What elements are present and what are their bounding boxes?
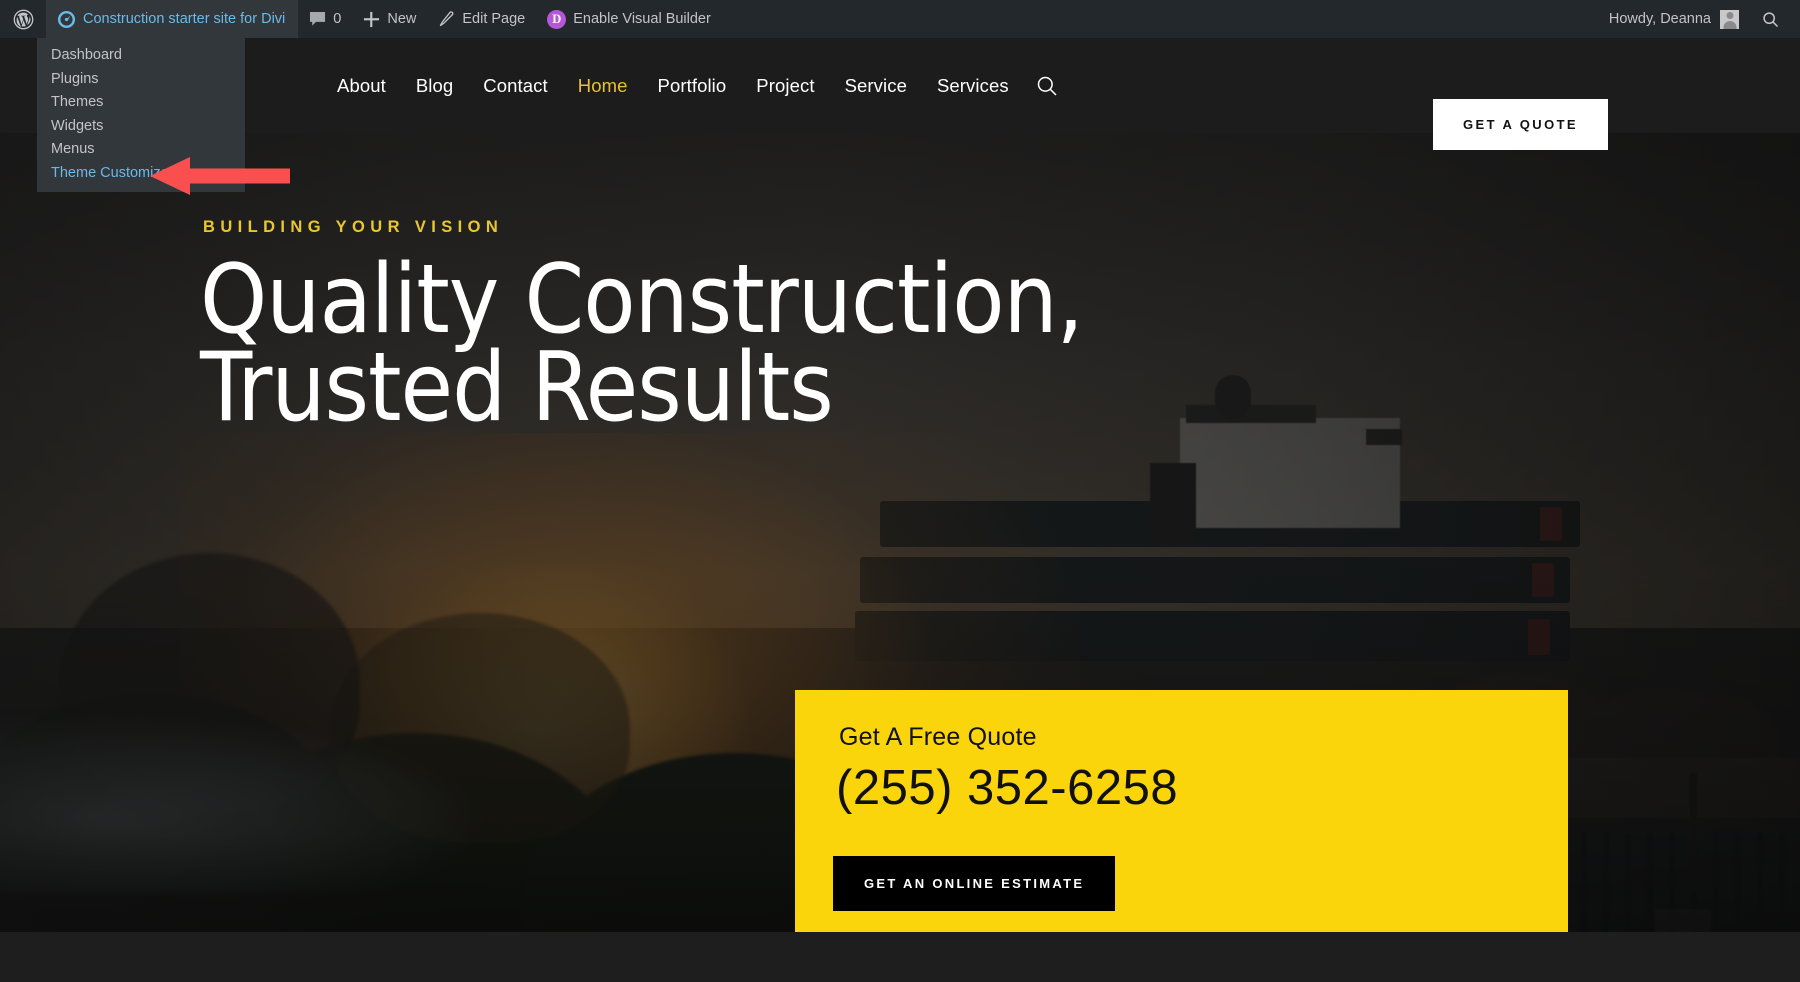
nav-item-portfolio[interactable]: Portfolio [643,75,742,97]
nav-item-about[interactable]: About [322,75,401,97]
search-icon [1762,11,1779,28]
visual-builder-label: Enable Visual Builder [573,11,711,27]
nav-item-home[interactable]: Home [563,75,643,97]
admin-search-button[interactable] [1749,0,1792,38]
comment-bubble-icon [309,11,326,27]
wp-admin-bar: Construction starter site for Divi 0 New [0,0,1800,38]
primary-navigation: About Blog Contact Home Portfolio Projec… [322,38,1058,133]
submenu-item-themes[interactable]: Themes [37,91,245,115]
admin-bar-right-group: Howdy, Deanna [1599,0,1800,38]
nav-item-contact[interactable]: Contact [468,75,562,97]
dashboard-speedometer-icon [57,10,76,29]
hero-eyebrow: BUILDING YOUR VISION [203,218,504,236]
hero-headline: Quality Construction, Trusted Results [200,245,1450,444]
wordpress-logo-icon [13,9,34,30]
new-label: New [387,11,417,27]
user-avatar-icon [1720,9,1739,29]
howdy-label: Howdy, Deanna [1608,11,1711,27]
edit-page-menu[interactable]: Edit Page [427,0,536,38]
site-name-menu[interactable]: Construction starter site for Divi [46,0,299,38]
edit-page-label: Edit Page [462,11,526,27]
comments-count: 0 [333,11,342,27]
hero-headline-line-2: Trusted Results [200,333,834,444]
admin-bar-left-group: Construction starter site for Divi 0 New [0,0,722,38]
my-account-menu[interactable]: Howdy, Deanna [1599,0,1749,38]
pencil-icon [438,10,455,28]
nav-item-blog[interactable]: Blog [401,75,468,97]
left-arrow-annotation [150,157,290,195]
hero-section: BUILDING YOUR VISION Quality Constructio… [0,133,1800,932]
site-name-label: Construction starter site for Divi [83,11,286,27]
submenu-item-dashboard[interactable]: Dashboard [37,44,245,68]
free-quote-title: Get A Free Quote [839,723,1037,751]
comments-menu[interactable]: 0 [298,0,352,38]
submenu-item-widgets[interactable]: Widgets [37,115,245,139]
nav-item-project[interactable]: Project [741,75,829,97]
hero-headline-line-1: Quality Construction, [200,245,1084,355]
plus-icon [363,11,380,28]
divi-logo-icon: D [547,9,567,29]
enable-visual-builder-menu[interactable]: D Enable Visual Builder [536,0,722,38]
get-an-online-estimate-button[interactable]: GET AN ONLINE ESTIMATE [833,856,1116,911]
nav-item-service[interactable]: Service [830,75,922,97]
page-footer-strip [0,932,1800,982]
free-quote-phone[interactable]: (255) 352-6258 [836,760,1178,816]
new-content-menu[interactable]: New [352,0,427,38]
free-quote-box: Get A Free Quote (255) 352-6258 GET AN O… [795,690,1568,932]
nav-item-services[interactable]: Services [922,75,1024,97]
site-header: About Blog Contact Home Portfolio Projec… [0,38,1800,150]
get-a-quote-button[interactable]: GET A QUOTE [1433,99,1608,150]
search-icon [1036,75,1058,97]
submenu-item-plugins[interactable]: Plugins [37,68,245,92]
wordpress-logo-menu[interactable] [0,0,46,38]
header-search-button[interactable] [1036,75,1058,97]
